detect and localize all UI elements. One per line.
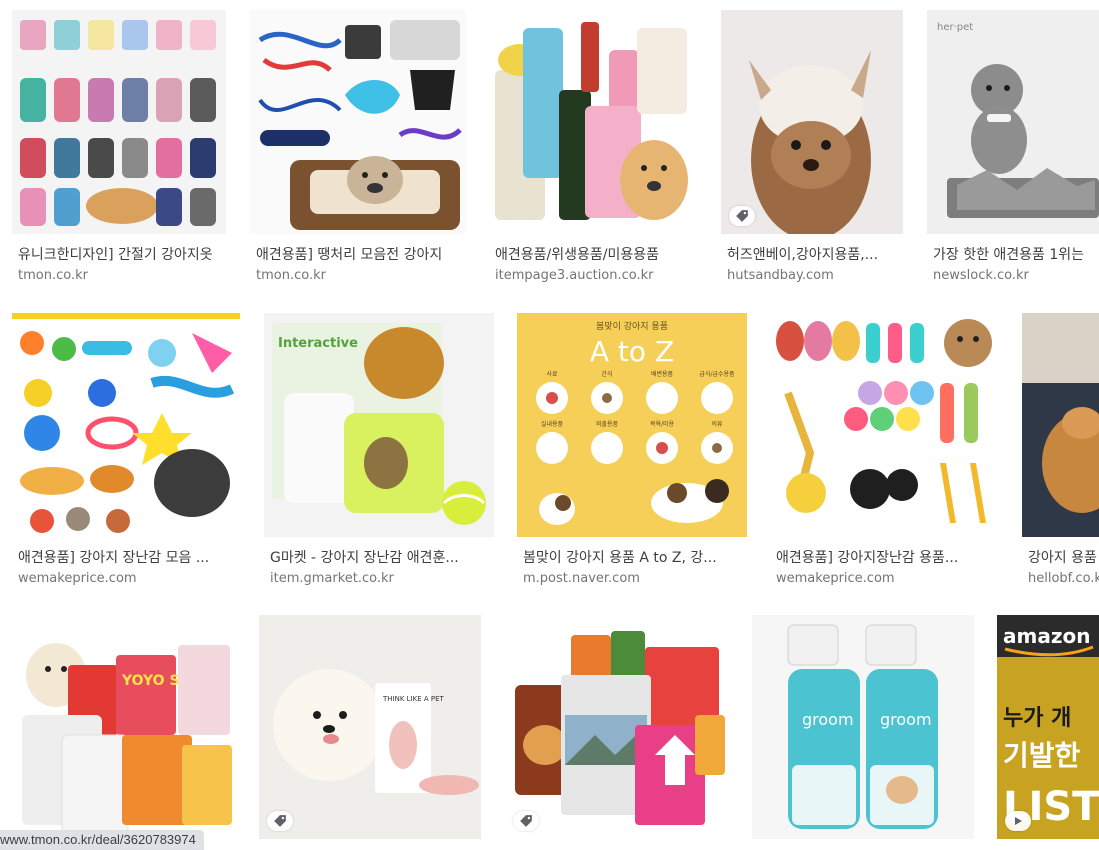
status-bar-url: www.tmon.co.kr/deal/3620783974: [0, 830, 204, 850]
image-text-amazon-1: 누가 개: [1003, 706, 1071, 731]
tag-icon: [513, 811, 539, 831]
result-source[interactable]: newslock.co.kr: [933, 268, 1029, 283]
result-card-3[interactable]: 애견용품/위생용품/미용용품 itempage3.auction.co.kr: [489, 10, 697, 290]
result-card-4[interactable]: 허즈앤베이,강아지용품,... hutsandbay.com: [721, 10, 903, 290]
result-card-12[interactable]: THINK LIKE A PET: [259, 615, 481, 850]
result-image-15[interactable]: amazon 누가 개 기발한 LIST: [997, 615, 1099, 839]
result-card-10[interactable]: 강아지 용품 hellobf.co.kr: [1022, 313, 1099, 595]
result-card-14[interactable]: groom groom: [752, 615, 974, 850]
image-text-atoz: A to Z: [590, 335, 674, 368]
image-text-her-pet: her·pet: [937, 22, 973, 33]
result-card-8[interactable]: 봄맞이 강아지 용품 A to Z 사료 간식 배변용품 급식/급수용품 실내용…: [517, 313, 747, 595]
result-image-13[interactable]: [505, 615, 727, 839]
result-title[interactable]: G마켓 - 강아지 장난감 애견훈...: [270, 547, 492, 567]
tag-icon: [729, 206, 755, 226]
result-card-15[interactable]: amazon 누가 개 기발한 LIST: [997, 615, 1099, 850]
result-image-1[interactable]: [12, 10, 226, 234]
image-text-cat: 간식: [601, 370, 612, 378]
result-image-7[interactable]: Interactive: [264, 313, 494, 537]
result-title[interactable]: 허즈앤베이,강아지용품,...: [727, 244, 903, 264]
image-text-cat: 배변용품: [651, 370, 674, 378]
image-text-cat: 사료: [546, 370, 558, 378]
result-title[interactable]: 애견용품] 땡처리 모음전 강아지: [256, 244, 460, 264]
result-card-11[interactable]: YOYO SHE: [12, 615, 234, 850]
result-image-2[interactable]: [250, 10, 466, 234]
result-title[interactable]: 애견용품] 강아지장난감 용품...: [776, 547, 996, 567]
result-image-14[interactable]: groom groom: [752, 615, 974, 839]
result-source[interactable]: itempage3.auction.co.kr: [495, 268, 654, 283]
result-source[interactable]: tmon.co.kr: [256, 268, 326, 283]
result-image-9[interactable]: [770, 313, 998, 537]
result-image-12[interactable]: THINK LIKE A PET: [259, 615, 481, 839]
image-text-atoz-header: 봄맞이 강아지 용품: [596, 320, 668, 332]
image-text-think-like: THINK LIKE A PET: [382, 695, 445, 703]
result-source[interactable]: item.gmarket.co.kr: [270, 571, 394, 586]
result-image-6[interactable]: [12, 313, 240, 537]
image-text-interactive: Interactive: [278, 336, 358, 351]
image-text-cat: 의류: [711, 420, 723, 428]
result-source[interactable]: hutsandbay.com: [727, 268, 834, 283]
tag-icon: [267, 811, 293, 831]
result-card-2[interactable]: 애견용품] 땡처리 모음전 강아지 tmon.co.kr: [250, 10, 466, 290]
result-card-1[interactable]: 유니크한디자인] 간절기 강아지옷 tmon.co.kr: [12, 10, 226, 290]
image-text-amazon: amazon: [1003, 624, 1090, 648]
result-title[interactable]: 애견용품/위생용품/미용용품: [495, 244, 691, 264]
result-source[interactable]: tmon.co.kr: [18, 268, 88, 283]
result-title[interactable]: 유니크한디자인] 간절기 강아지옷: [18, 244, 222, 264]
image-text-groom: groom: [802, 710, 854, 729]
result-title[interactable]: 봄맞이 강아지 용품 A to Z, 강...: [523, 547, 745, 567]
result-source[interactable]: m.post.naver.com: [523, 571, 640, 586]
result-card-7[interactable]: Interactive G마켓 - 강아지 장난감 애견훈... item.gm…: [264, 313, 494, 595]
image-text-cat: 목욕/미용: [650, 420, 675, 428]
result-card-5[interactable]: her·pet 가장 핫한 애견용품 1위는 newslock.co.kr: [927, 10, 1099, 290]
result-source[interactable]: wemakeprice.com: [18, 571, 137, 586]
result-card-13[interactable]: [505, 615, 727, 850]
result-image-11[interactable]: YOYO SHE: [12, 615, 234, 839]
result-card-9[interactable]: 애견용품] 강아지장난감 용품... wemakeprice.com: [770, 313, 998, 595]
image-text-cat: 실내용품: [541, 420, 564, 428]
result-image-10[interactable]: [1022, 313, 1099, 537]
result-image-8[interactable]: 봄맞이 강아지 용품 A to Z 사료 간식 배변용품 급식/급수용품 실내용…: [517, 313, 747, 537]
image-text-cat: 급식/급수용품: [699, 370, 735, 378]
result-title[interactable]: 가장 핫한 애견용품 1위는: [933, 244, 1099, 264]
result-source[interactable]: wemakeprice.com: [776, 571, 895, 586]
result-image-5[interactable]: her·pet: [927, 10, 1099, 234]
result-image-3[interactable]: [489, 10, 697, 234]
result-image-4[interactable]: [721, 10, 903, 234]
play-icon: [1005, 811, 1031, 831]
image-text-cat: 외출용품: [596, 420, 619, 428]
image-text-groom: groom: [880, 710, 932, 729]
result-title[interactable]: 애견용품] 강아지 장난감 모음 ...: [18, 547, 238, 567]
result-card-6[interactable]: 애견용품] 강아지 장난감 모음 ... wemakeprice.com: [12, 313, 240, 595]
image-text-amazon-2: 기발한: [1003, 739, 1081, 772]
result-source[interactable]: hellobf.co.kr: [1028, 571, 1099, 586]
result-title[interactable]: 강아지 용품: [1028, 547, 1099, 567]
